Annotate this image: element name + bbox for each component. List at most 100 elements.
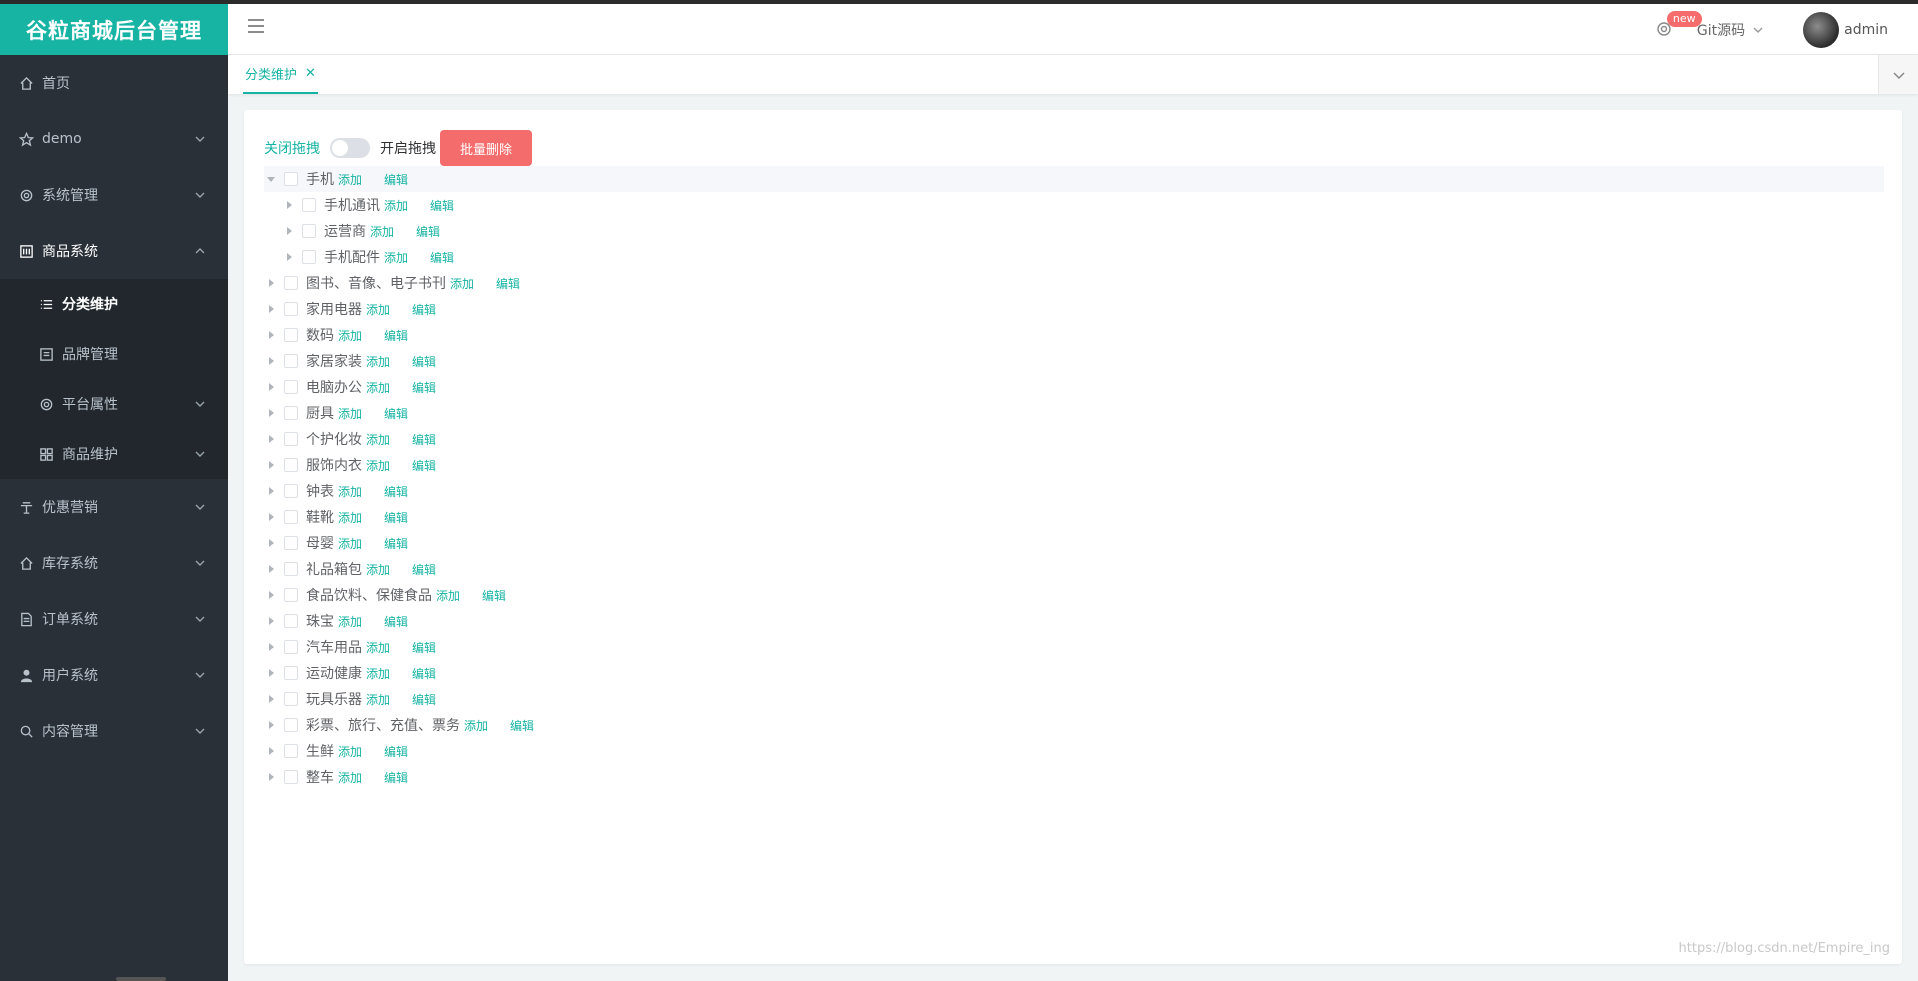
node-checkbox[interactable] [284,354,298,368]
node-checkbox[interactable] [284,692,298,706]
tree-child-node[interactable]: 手机通讯 添加 编辑 [264,192,1884,218]
node-checkbox[interactable] [284,770,298,784]
edit-link[interactable]: 编辑 [384,769,408,786]
tree-node[interactable]: 食品饮料、保健食品 添加 编辑 [264,582,1884,608]
add-link[interactable]: 添加 [464,717,488,734]
caret-right-icon[interactable] [264,666,278,680]
node-checkbox[interactable] [302,250,316,264]
add-link[interactable]: 添加 [370,223,394,240]
sidebar-item-category[interactable]: 分类维护 [0,279,228,329]
add-link[interactable]: 添加 [450,275,474,292]
edit-link[interactable]: 编辑 [482,587,506,604]
sidebar-item-home[interactable]: 首页 [0,55,228,111]
user-menu[interactable]: admin [1803,11,1888,48]
tree-node[interactable]: 服饰内衣 添加 编辑 [264,452,1884,478]
caret-right-icon[interactable] [264,354,278,368]
node-checkbox[interactable] [284,406,298,420]
edit-link[interactable]: 编辑 [412,379,436,396]
sidebar-item-order[interactable]: 订单系统 [0,591,228,647]
caret-right-icon[interactable] [264,770,278,784]
edit-link[interactable]: 编辑 [510,717,534,734]
caret-right-icon[interactable] [264,380,278,394]
add-link[interactable]: 添加 [366,353,390,370]
add-link[interactable]: 添加 [366,639,390,656]
node-checkbox[interactable] [284,302,298,316]
edit-link[interactable]: 编辑 [384,743,408,760]
edit-link[interactable]: 编辑 [430,197,454,214]
edit-link[interactable]: 编辑 [384,405,408,422]
menu-toggle-icon[interactable] [248,19,268,39]
edit-link[interactable]: 编辑 [496,275,520,292]
node-checkbox[interactable] [284,510,298,524]
sidebar-item-member[interactable]: 用户系统 [0,647,228,703]
edit-link[interactable]: 编辑 [384,483,408,500]
add-link[interactable]: 添加 [338,743,362,760]
node-checkbox[interactable] [284,718,298,732]
tree-node[interactable]: 母婴 添加 编辑 [264,530,1884,556]
tree-node[interactable]: 生鲜 添加 编辑 [264,738,1884,764]
tree-node[interactable]: 珠宝 添加 编辑 [264,608,1884,634]
edit-link[interactable]: 编辑 [384,535,408,552]
caret-right-icon[interactable] [282,198,296,212]
add-link[interactable]: 添加 [338,405,362,422]
add-link[interactable]: 添加 [338,769,362,786]
caret-right-icon[interactable] [264,562,278,576]
sidebar-scroll-handle[interactable] [116,977,166,981]
node-checkbox[interactable] [284,666,298,680]
caret-right-icon[interactable] [264,432,278,446]
edit-link[interactable]: 编辑 [412,561,436,578]
node-checkbox[interactable] [284,432,298,446]
edit-link[interactable]: 编辑 [384,171,408,188]
caret-right-icon[interactable] [264,744,278,758]
add-link[interactable]: 添加 [338,535,362,552]
tree-node[interactable]: 礼品箱包 添加 编辑 [264,556,1884,582]
caret-right-icon[interactable] [264,276,278,290]
node-checkbox[interactable] [284,276,298,290]
node-checkbox[interactable] [302,198,316,212]
caret-right-icon[interactable] [264,510,278,524]
close-icon[interactable]: ✕ [305,66,316,81]
drag-switch[interactable] [330,138,370,158]
add-link[interactable]: 添加 [338,483,362,500]
caret-right-icon[interactable] [264,536,278,550]
node-checkbox[interactable] [284,458,298,472]
edit-link[interactable]: 编辑 [412,301,436,318]
sidebar-item-ware[interactable]: 库存系统 [0,535,228,591]
tree-node[interactable]: 汽车用品 添加 编辑 [264,634,1884,660]
node-checkbox[interactable] [284,640,298,654]
node-checkbox[interactable] [284,380,298,394]
node-checkbox[interactable] [284,172,298,186]
settings-button[interactable]: new [1655,10,1702,40]
brand-title[interactable]: 谷粒商城后台管理 [0,4,228,55]
sidebar-item-coupon[interactable]: 优惠营销 [0,479,228,535]
sidebar-item-attr[interactable]: 平台属性 [0,379,228,429]
edit-link[interactable]: 编辑 [430,249,454,266]
add-link[interactable]: 添加 [338,327,362,344]
sidebar-item-brand[interactable]: 品牌管理 [0,329,228,379]
caret-right-icon[interactable] [264,484,278,498]
tree-node[interactable]: 彩票、旅行、充值、票务 添加 编辑 [264,712,1884,738]
caret-right-icon[interactable] [264,458,278,472]
caret-right-icon[interactable] [264,406,278,420]
caret-right-icon[interactable] [282,224,296,238]
tree-node[interactable]: 个护化妆 添加 编辑 [264,426,1884,452]
add-link[interactable]: 添加 [436,587,460,604]
tree-child-node[interactable]: 运营商 添加 编辑 [264,218,1884,244]
tree-node[interactable]: 手机 添加 编辑 [264,166,1884,192]
node-checkbox[interactable] [284,562,298,576]
node-checkbox[interactable] [284,328,298,342]
tree-node[interactable]: 运动健康 添加 编辑 [264,660,1884,686]
edit-link[interactable]: 编辑 [384,613,408,630]
caret-right-icon[interactable] [264,718,278,732]
caret-right-icon[interactable] [264,328,278,342]
tree-node[interactable]: 鞋靴 添加 编辑 [264,504,1884,530]
edit-link[interactable]: 编辑 [412,639,436,656]
add-link[interactable]: 添加 [366,379,390,396]
node-checkbox[interactable] [284,588,298,602]
add-link[interactable]: 添加 [384,197,408,214]
node-checkbox[interactable] [284,536,298,550]
sidebar-item-product[interactable]: 商品系统 [0,223,228,279]
edit-link[interactable]: 编辑 [416,223,440,240]
add-link[interactable]: 添加 [366,561,390,578]
node-checkbox[interactable] [302,224,316,238]
